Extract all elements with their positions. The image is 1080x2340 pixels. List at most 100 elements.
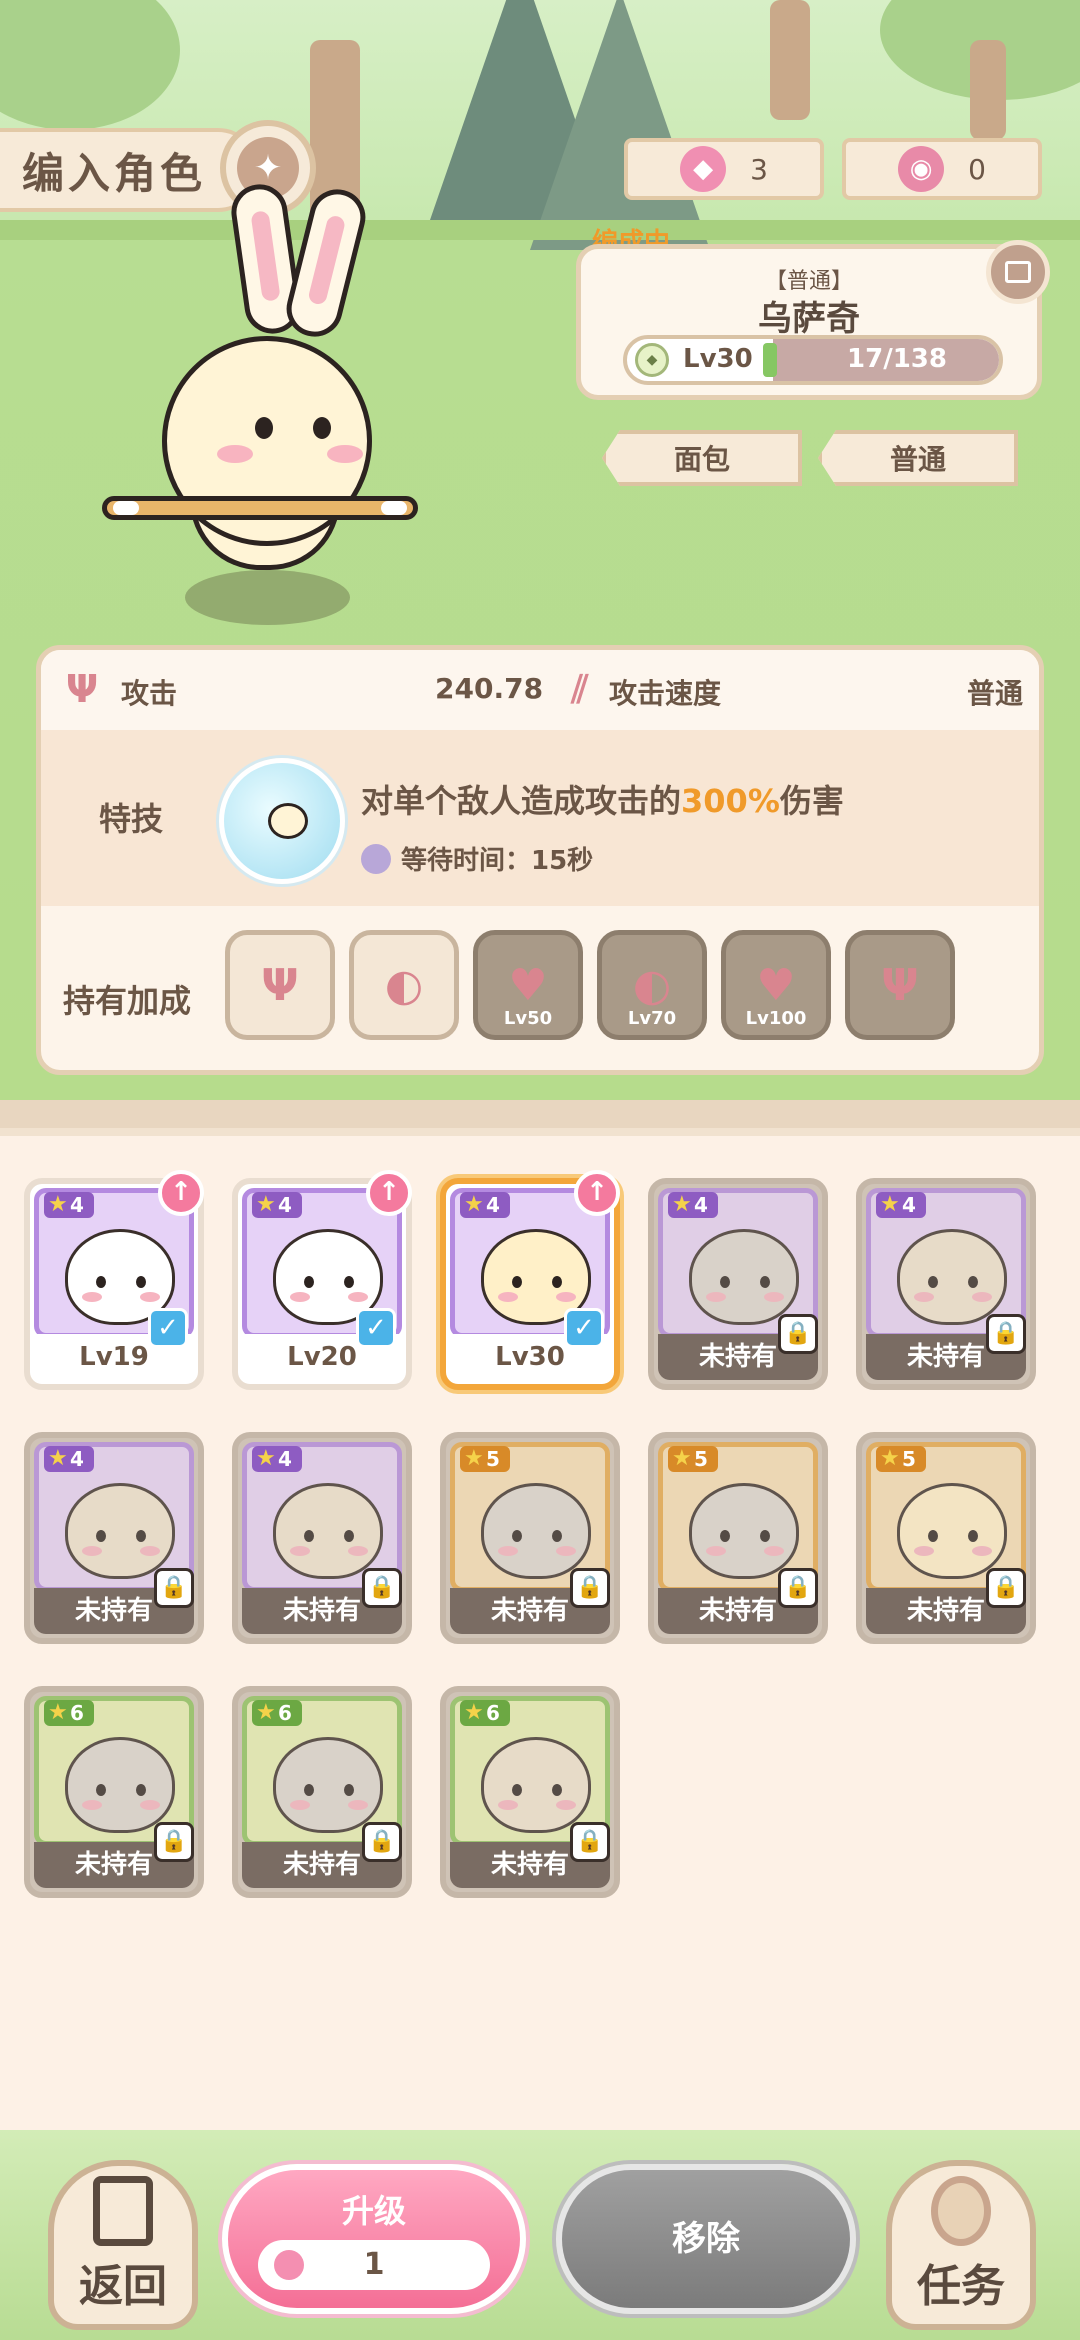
character-avatar (481, 1737, 591, 1833)
attack-icon: Ψ (65, 667, 99, 711)
character-shadow (185, 570, 350, 625)
wait-time: 等待时间：15秒 (361, 840, 593, 877)
bonus-level: Lv70 (627, 1008, 677, 1029)
lock-icon: 🔒 (362, 1568, 402, 1608)
bonus-level: Lv50 (503, 1008, 553, 1029)
lock-icon: 🔒 (986, 1314, 1026, 1354)
photo-button[interactable] (986, 240, 1050, 304)
attack-speed-label: 攻击速度 (609, 677, 722, 710)
tag-bread: 面包 (602, 430, 802, 486)
star-rank-badge: 4 (668, 1192, 718, 1218)
skill-row: 特技 对单个敌人造成攻击的300%伤害 等待时间：15秒 (41, 730, 1039, 906)
lock-icon: 🔒 (778, 1314, 818, 1354)
heart-bonus-icon: ♥ (508, 959, 548, 1011)
character-avatar (897, 1483, 1007, 1579)
weapon-staff (102, 496, 418, 520)
character-card[interactable]: 4Lv20↑✓ (232, 1170, 412, 1390)
character-avatar (273, 1483, 383, 1579)
attack-bonus-icon: Ψ (261, 959, 299, 1011)
lock-icon: 🔒 (778, 1568, 818, 1608)
stats-panel: Ψ 攻击 240.78 ⫽ 攻击速度 普通 特技 对单个敌人造成攻击的300%伤… (36, 645, 1044, 1075)
task-character-icon (931, 2176, 991, 2246)
tag-normal: 普通 (818, 430, 1018, 486)
skill-desc-highlight: 300% (681, 782, 780, 820)
attack-value: 240.78 (435, 672, 544, 705)
task-button[interactable]: 任务 (886, 2160, 1036, 2330)
candy-icon (274, 2250, 304, 2280)
star-rank-badge: 4 (460, 1192, 510, 1218)
character-card[interactable]: 4未持有🔒 (648, 1178, 828, 1390)
exp-text: 17/138 (847, 344, 947, 374)
candy-count: 3 (750, 152, 768, 186)
lollipop-icon: ◉ (898, 146, 945, 192)
character-name: 乌萨奇 (758, 299, 860, 339)
upgrade-button[interactable]: 升级 1 (222, 2164, 526, 2314)
character-eye (255, 417, 273, 439)
character-portrait[interactable] (60, 160, 540, 640)
heart-bonus-icon: ♥ (756, 959, 796, 1011)
skill-description: 对单个敌人造成攻击的300%伤害 (361, 776, 844, 822)
character-avatar (65, 1483, 175, 1579)
skill-icon[interactable] (219, 758, 345, 884)
star-rank-badge: 5 (668, 1446, 718, 1472)
character-card[interactable]: 4未持有🔒 (856, 1178, 1036, 1390)
bonus-slot[interactable]: ♥ Lv50 (473, 930, 583, 1040)
character-card[interactable]: 5未持有🔒 (440, 1432, 620, 1644)
character-avatar (689, 1483, 799, 1579)
bonus-slot[interactable]: Ψ (845, 930, 955, 1040)
upgrade-arrow-icon: ↑ (574, 1170, 620, 1216)
star-rank-badge: 4 (44, 1446, 94, 1472)
upgrade-arrow-icon: ↑ (158, 1170, 204, 1216)
lock-icon: 🔒 (570, 1822, 610, 1862)
exp-progress-marker (763, 343, 777, 377)
skill-bonus-icon: ◐ (632, 959, 672, 1011)
character-card[interactable]: 4未持有🔒 (24, 1432, 204, 1644)
bonus-slot[interactable]: ◐ Lv70 (597, 930, 707, 1040)
back-label: 返回 (79, 2261, 167, 2312)
tree-decoration (530, 0, 710, 250)
character-avatar (273, 1737, 383, 1833)
bonus-slot[interactable]: ♥ Lv100 (721, 930, 831, 1040)
character-eye (313, 417, 331, 439)
star-rank-badge: 4 (252, 1192, 302, 1218)
star-rank-badge: 4 (876, 1192, 926, 1218)
character-card[interactable]: 6未持有🔒 (24, 1686, 204, 1898)
attack-stat-row: Ψ 攻击 240.78 ⫽ 攻击速度 普通 (41, 650, 1039, 730)
lock-icon: 🔒 (986, 1568, 1026, 1608)
candy-counter: ◆ 3 (624, 138, 824, 200)
bonus-level: Lv100 (745, 1008, 807, 1029)
lock-icon: 🔒 (154, 1568, 194, 1608)
lollipop-counter: ◉ 0 (842, 138, 1042, 200)
character-avatar (481, 1483, 591, 1579)
tree-decoration (970, 40, 1006, 140)
checkmark-icon: ✓ (356, 1308, 396, 1348)
star-rank-badge: 4 (44, 1192, 94, 1218)
back-button[interactable]: 返回 (48, 2160, 198, 2330)
star-rank-badge: 5 (460, 1446, 510, 1472)
star-rank-badge: 5 (876, 1446, 926, 1472)
character-card[interactable]: 4Lv19↑✓ (24, 1170, 204, 1390)
bonus-slot[interactable]: Ψ (225, 930, 335, 1040)
star-rank-badge: 6 (252, 1700, 302, 1726)
skill-bonus-icon: ◐ (384, 959, 424, 1011)
skill-character-icon (268, 803, 308, 839)
star-rank-badge: 4 (252, 1446, 302, 1472)
attack-speed-value: 普通 (967, 677, 1024, 710)
character-card[interactable]: 6未持有🔒 (232, 1686, 412, 1898)
level-gem-icon: ◆ (635, 343, 669, 377)
lock-icon: 🔒 (154, 1822, 194, 1862)
attack-bonus-icon: Ψ (881, 959, 919, 1011)
character-card[interactable]: 4未持有🔒 (232, 1432, 412, 1644)
upgrade-arrow-icon: ↑ (366, 1170, 412, 1216)
skill-label: 特技 (99, 800, 164, 838)
attack-label: 攻击 (121, 677, 178, 710)
task-label: 任务 (917, 2261, 1005, 2312)
level-exp-bar: ◆ Lv30 17/138 (623, 335, 1003, 385)
character-card[interactable]: 5未持有🔒 (856, 1432, 1036, 1644)
candy-icon: ◆ (680, 146, 727, 192)
character-card[interactable]: 5未持有🔒 (648, 1432, 828, 1644)
character-card[interactable]: 4Lv30↑✓ (440, 1170, 620, 1390)
remove-button[interactable]: 移除 (556, 2164, 856, 2314)
character-card[interactable]: 6未持有🔒 (440, 1686, 620, 1898)
bonus-slot[interactable]: ◐ (349, 930, 459, 1040)
